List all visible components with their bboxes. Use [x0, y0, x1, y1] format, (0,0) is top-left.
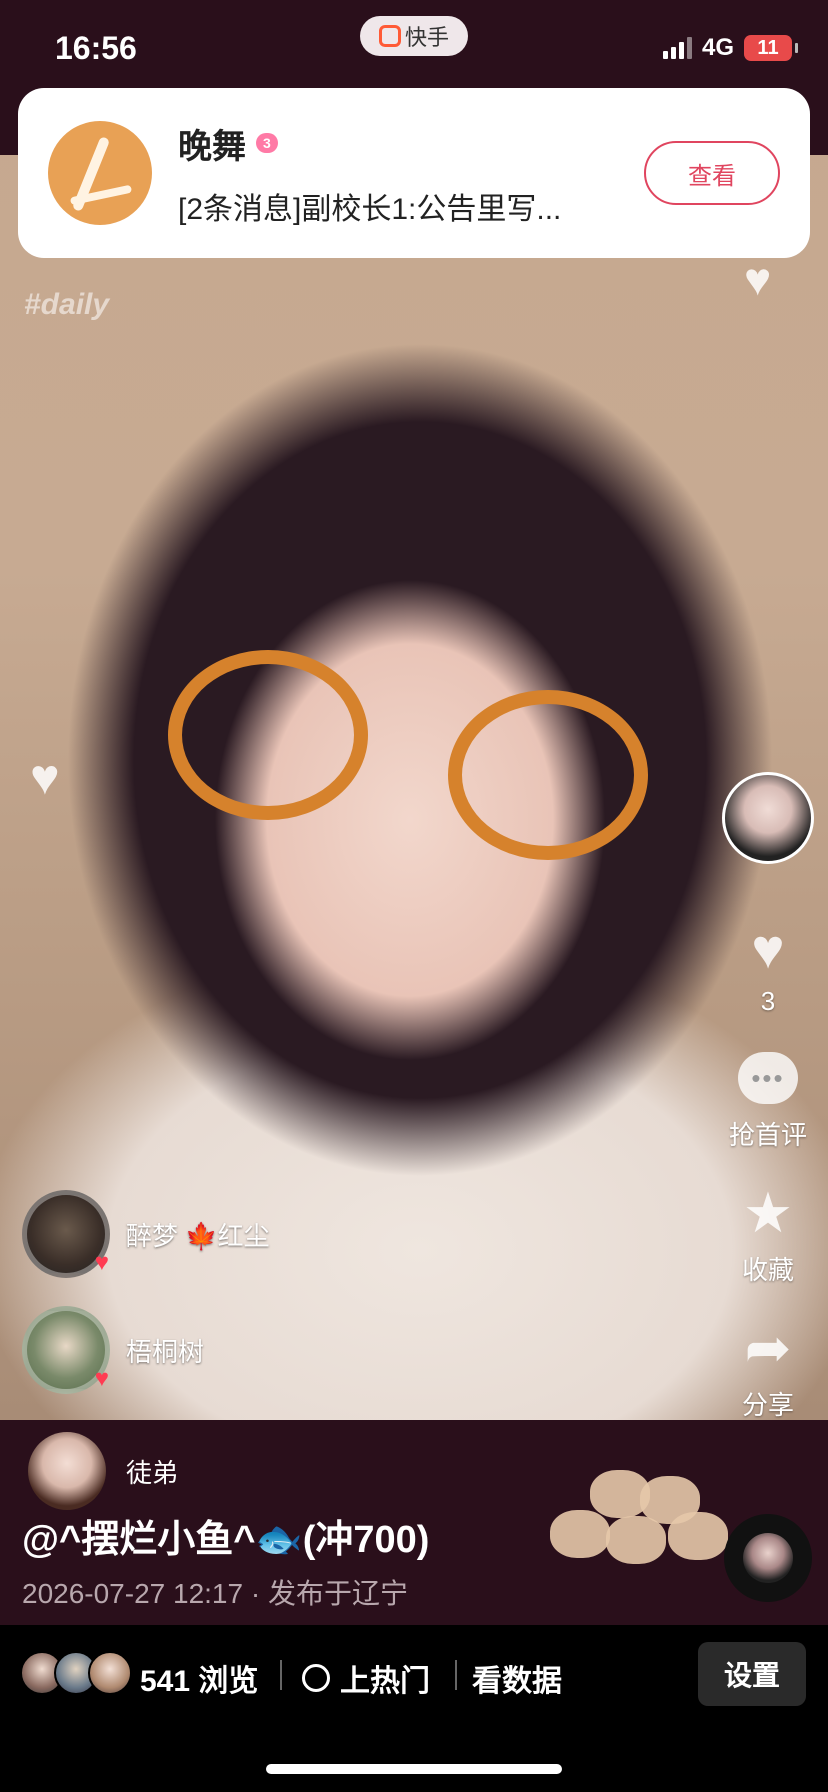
heart-sticker-icon: ♥ [30, 749, 60, 805]
comment-icon[interactable]: ••• [737, 1047, 799, 1109]
music-disc-icon[interactable] [724, 1514, 812, 1602]
author-avatar[interactable] [722, 772, 814, 864]
notification-text: 晚舞 3 [2条消息]副校长1:公告里写... [178, 119, 644, 228]
glasses-sticker [448, 690, 648, 860]
heart-badge-icon: ♥ [94, 1365, 109, 1392]
comment-label: 抢首评 [728, 1120, 807, 1150]
star-icon[interactable]: ★ [737, 1182, 799, 1244]
liker-name: 醉梦 🍁红尘 [126, 1220, 270, 1251]
message-notification[interactable]: 晚舞 3 [2条消息]副校长1:公告里写... 查看 [18, 88, 810, 258]
battery-icon: 11 [744, 35, 798, 61]
divider [280, 1660, 282, 1690]
sender-name: 晚舞 [178, 127, 246, 166]
favorite-label: 收藏 [741, 1255, 794, 1285]
promote-button[interactable]: 上热门 [302, 1656, 430, 1700]
liker-item[interactable]: ♥ 醉梦 🍁红尘 [22, 1190, 270, 1278]
action-column: ♥ 3 ••• 抢首评 ★ 收藏 ➦ 分享 [722, 772, 814, 1422]
heart-icon[interactable]: ♥ [737, 918, 799, 980]
level-badge: 3 [256, 133, 278, 153]
sender-avatar [48, 121, 152, 225]
heart-badge-icon: ♥ [94, 1249, 109, 1276]
notification-message: [2条消息]副校长1:公告里写... [178, 192, 562, 226]
kuaishou-logo-icon [378, 25, 401, 47]
settings-button[interactable]: 设置 [698, 1642, 806, 1706]
liker-name: 梧桐树 [126, 1336, 205, 1367]
liker-avatar[interactable]: ♥ [22, 1190, 110, 1278]
share-label: 分享 [741, 1390, 794, 1420]
share-arrow-icon[interactable]: ➦ [737, 1317, 799, 1379]
heart-sticker-icon: ♥ [744, 253, 772, 305]
home-indicator[interactable] [266, 1764, 562, 1774]
comment-action[interactable]: ••• 抢首评 [729, 1047, 807, 1152]
like-count: 3 [760, 986, 776, 1016]
app-name: 快手 [404, 25, 449, 50]
video-caption[interactable]: @^摆烂小鱼^🐟(冲700) [22, 1508, 429, 1563]
apprentice-item[interactable]: 徒弟 [28, 1432, 178, 1510]
divider [455, 1660, 457, 1690]
cats-sticker [540, 1470, 740, 1580]
promote-label: 上热门 [340, 1665, 430, 1698]
apprentice-avatar[interactable] [28, 1432, 106, 1510]
flame-plus-icon [302, 1664, 330, 1692]
favorite-action[interactable]: ★ 收藏 [737, 1182, 799, 1287]
network-type: 4G [701, 34, 734, 61]
liker-item[interactable]: ♥ 梧桐树 [22, 1306, 204, 1394]
like-action[interactable]: ♥ 3 [737, 918, 799, 1017]
app-return-pill[interactable]: 快手 [360, 16, 468, 56]
view-count[interactable]: 541 浏览 [140, 1656, 258, 1700]
battery-level: 11 [757, 36, 779, 59]
status-time: 16:56 [55, 30, 137, 66]
signal-icon [662, 37, 692, 59]
apprentice-name: 徒弟 [126, 1457, 179, 1488]
liker-avatar[interactable]: ♥ [22, 1306, 110, 1394]
status-indicators: 4G 11 [662, 34, 798, 62]
glasses-sticker [168, 650, 368, 820]
viewer-avatars[interactable] [20, 1651, 132, 1695]
viewer-avatar [88, 1651, 132, 1695]
publish-meta: 2026-07-27 12:17 · 发布于辽宁 [22, 1578, 408, 1609]
video-hashtag-overlay: #daily [24, 288, 110, 321]
view-button[interactable]: 查看 [644, 141, 780, 205]
view-data-button[interactable]: 看数据 [472, 1656, 562, 1700]
share-action[interactable]: ➦ 分享 [737, 1317, 799, 1422]
